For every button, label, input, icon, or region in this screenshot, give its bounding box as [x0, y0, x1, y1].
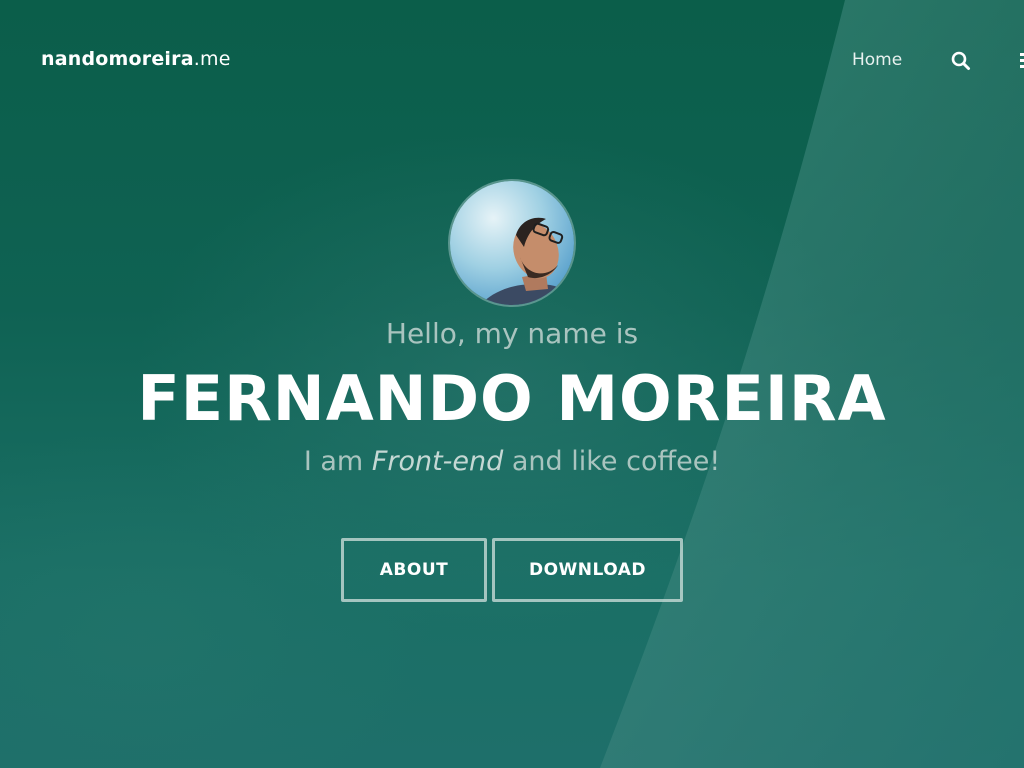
tagline: I am Front-end and like coffee!: [0, 446, 1024, 477]
menu-icon[interactable]: [1016, 51, 1024, 69]
nav-home-link[interactable]: Home: [852, 50, 902, 70]
profile-avatar: [448, 179, 576, 307]
page-title: FERNANDO MOREIRA: [137, 362, 887, 435]
page: nandomoreira.me Home Hello, my name is F…: [0, 0, 1024, 768]
tagline-prefix: I am: [303, 446, 372, 477]
search-icon[interactable]: [950, 50, 972, 72]
site-logo[interactable]: nandomoreira.me: [41, 48, 231, 70]
logo-domain-suffix: .me: [193, 48, 231, 70]
tagline-emphasis: Front-end: [371, 446, 504, 477]
greeting-text: Hello, my name is: [385, 317, 639, 350]
tagline-suffix: and like coffee!: [503, 446, 721, 477]
site-header: nandomoreira.me Home: [0, 0, 1024, 120]
download-button[interactable]: DOWNLOAD: [492, 538, 683, 602]
about-button[interactable]: ABOUT: [341, 538, 487, 602]
logo-name: nandomoreira: [41, 48, 194, 70]
